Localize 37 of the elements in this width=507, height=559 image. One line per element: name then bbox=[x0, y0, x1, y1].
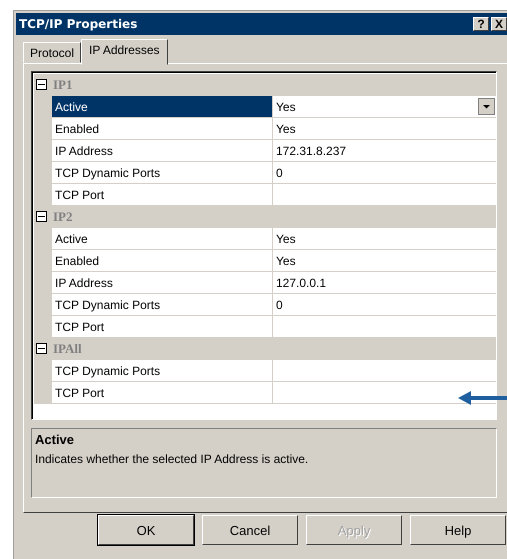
property-name[interactable]: IP Address bbox=[52, 272, 273, 294]
collapse-icon[interactable] bbox=[36, 79, 47, 90]
property-name[interactable]: IP Address bbox=[52, 140, 273, 162]
property-value[interactable]: 127.0.0.1 bbox=[276, 276, 326, 290]
collapse-icon[interactable] bbox=[36, 211, 47, 222]
tab[interactable]: IP Addresses bbox=[81, 39, 168, 65]
tab[interactable]: Protocol bbox=[23, 42, 82, 63]
dropdown-icon[interactable] bbox=[478, 98, 495, 115]
property-name[interactable]: Enabled bbox=[52, 118, 273, 140]
property-name[interactable]: Active bbox=[52, 228, 273, 250]
dialog-button[interactable]: Help bbox=[410, 515, 506, 545]
group-name: IP2 bbox=[53, 208, 72, 224]
description-title: Active bbox=[35, 432, 76, 447]
help-button[interactable]: ? bbox=[473, 17, 489, 31]
property-name[interactable]: TCP Dynamic Ports bbox=[52, 360, 273, 382]
property-value[interactable]: Yes bbox=[276, 122, 296, 136]
property-value[interactable]: 0 bbox=[276, 166, 283, 180]
group-name: IPAll bbox=[53, 340, 82, 356]
close-button[interactable]: X bbox=[491, 17, 507, 31]
description-text: Indicates whether the selected IP Address is active. bbox=[35, 452, 310, 466]
property-value[interactable]: Yes bbox=[276, 254, 296, 268]
property-value[interactable]: 0 bbox=[276, 298, 283, 312]
property-name[interactable]: TCP Dynamic Ports bbox=[52, 162, 273, 184]
property-value[interactable]: Yes bbox=[276, 232, 296, 246]
collapse-icon[interactable] bbox=[36, 343, 47, 354]
arrow-icon bbox=[457, 390, 507, 406]
window-title: TCP/IP Properties bbox=[19, 17, 138, 31]
property-name[interactable]: Enabled bbox=[52, 250, 273, 272]
property-name[interactable]: TCP Port bbox=[52, 382, 273, 404]
property-value[interactable]: 172.31.8.237 bbox=[276, 144, 346, 158]
property-name[interactable]: TCP Dynamic Ports bbox=[52, 294, 273, 316]
dialog-button[interactable]: Cancel bbox=[202, 515, 298, 545]
row-gutter bbox=[34, 382, 52, 404]
group-name: IP1 bbox=[53, 76, 72, 92]
property-name[interactable]: Active bbox=[52, 96, 273, 118]
dialog-button[interactable]: OK bbox=[98, 515, 194, 545]
property-value[interactable]: Yes bbox=[276, 100, 296, 114]
